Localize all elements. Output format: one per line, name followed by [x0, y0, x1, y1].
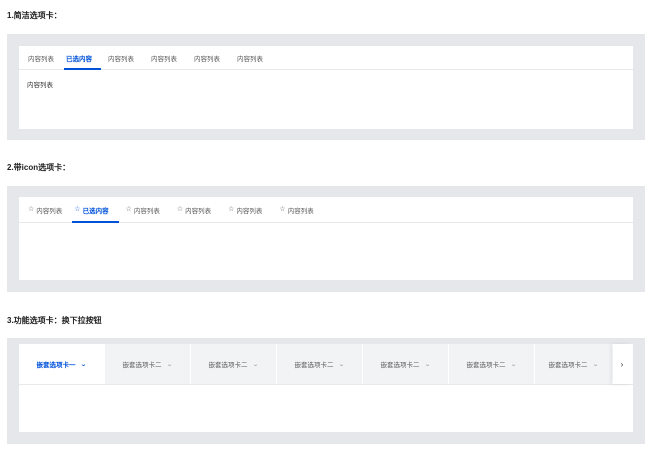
star-icon: ☆: [228, 206, 235, 213]
section-title-simple-tabs: 1.简洁选项卡：: [7, 11, 62, 20]
nested-tab-label: 嵌套选项卡二: [466, 362, 506, 369]
function-tabs-bar: 嵌套选项卡一 ⌄ 嵌套选项卡二 ⌄ 嵌套选项卡二 ⌄ 嵌套选项卡二 ⌄ 嵌套选项卡二 ⌄ …: [19, 344, 633, 385]
tab-panel-content: 内容列表: [27, 82, 53, 89]
scroll-next-button[interactable]: ›: [613, 344, 631, 384]
icon-tab-label: 内容列表: [133, 207, 160, 215]
star-icon: ☆: [279, 206, 286, 213]
tab-selected-content[interactable]: 已选内容: [64, 46, 108, 70]
function-tabs-card: 嵌套选项卡一 ⌄ 嵌套选项卡二 ⌄ 嵌套选项卡二 ⌄ 嵌套选项卡二 ⌄ 嵌套选项卡二 ⌄ …: [19, 344, 633, 432]
chevron-down-icon: ⌄: [338, 361, 346, 368]
simple-tabs-panel: 内容列表 已选内容 内容列表 内容列表 内容列表 内容列表 内容列表: [7, 34, 645, 140]
section-title-function-tabs: 3.功能选项卡：换下拉按钮: [7, 316, 102, 325]
chevron-down-icon: ⌄: [252, 361, 260, 368]
icon-tab-content-list-1[interactable]: ☆ 内容列表: [28, 197, 74, 222]
section-title-icon-tabs: 2.带icon选项卡：: [7, 163, 71, 172]
nested-tab-label: 嵌套选项卡二: [548, 362, 588, 369]
icon-tab-label: 已选内容: [82, 207, 109, 215]
simple-tabs-card: 内容列表 已选内容 内容列表 内容列表 内容列表 内容列表 内容列表: [19, 46, 633, 129]
tab-content-list-1[interactable]: 内容列表: [28, 46, 66, 69]
tab-content-list-3[interactable]: 内容列表: [151, 46, 194, 69]
icon-tab-selected-content[interactable]: ☆ 已选内容: [72, 197, 125, 223]
tab-content-list-5[interactable]: 内容列表: [237, 46, 272, 69]
star-icon: ☆: [176, 206, 184, 213]
star-icon: ☆: [125, 206, 132, 213]
nested-tab-1[interactable]: 嵌套选项卡一 ⌄: [19, 344, 105, 384]
icon-tabs-bar: ☆ 内容列表 ☆ 已选内容 ☆ 内容列表 ☆ 内容列表 ☆ 内容列表 ☆ 内容列表: [19, 197, 633, 223]
star-icon: ☆: [28, 206, 35, 213]
simple-tabs-bar: 内容列表 已选内容 内容列表 内容列表 内容列表 内容列表: [19, 46, 633, 70]
icon-tabs-card: ☆ 内容列表 ☆ 已选内容 ☆ 内容列表 ☆ 内容列表 ☆ 内容列表 ☆ 内容列表: [19, 197, 633, 280]
chevron-down-icon: ⌄: [510, 361, 518, 368]
chevron-down-icon: ⌄: [166, 361, 174, 368]
icon-tab-label: 内容列表: [185, 207, 212, 215]
icon-tab-label: 内容列表: [287, 207, 314, 215]
tab-content-list-2[interactable]: 内容列表: [108, 46, 151, 69]
nested-tab-5[interactable]: 嵌套选项卡二 ⌄: [363, 344, 449, 384]
icon-tab-label: 内容列表: [236, 207, 263, 215]
icon-tab-content-list-3[interactable]: ☆ 内容列表: [177, 197, 228, 222]
nested-tab-7[interactable]: 嵌套选项卡二 ⌄: [535, 344, 613, 384]
icon-tab-content-list-5[interactable]: ☆ 内容列表: [279, 197, 322, 222]
nested-tab-4[interactable]: 嵌套选项卡二 ⌄: [277, 344, 363, 384]
chevron-down-icon: ⌄: [592, 361, 600, 368]
nested-tab-label: 嵌套选项卡一: [36, 362, 76, 369]
icon-tab-content-list-2[interactable]: ☆ 内容列表: [126, 197, 177, 222]
nested-tab-label: 嵌套选项卡二: [208, 362, 248, 369]
nested-tab-label: 嵌套选项卡二: [294, 362, 334, 369]
nested-tab-3[interactable]: 嵌套选项卡二 ⌄: [191, 344, 277, 384]
nested-tab-label: 嵌套选项卡二: [380, 362, 420, 369]
chevron-right-icon: ›: [620, 359, 624, 369]
chevron-down-icon: ⌄: [80, 361, 88, 368]
chevron-down-icon: ⌄: [424, 361, 432, 368]
nested-tab-2[interactable]: 嵌套选项卡二 ⌄: [105, 344, 191, 384]
nested-tab-label: 嵌套选项卡二: [122, 362, 162, 369]
tab-content-list-4[interactable]: 内容列表: [194, 46, 237, 69]
star-icon: ☆: [74, 206, 81, 213]
function-tabs-panel: 嵌套选项卡一 ⌄ 嵌套选项卡二 ⌄ 嵌套选项卡二 ⌄ 嵌套选项卡二 ⌄ 嵌套选项卡二 ⌄ …: [7, 338, 645, 444]
icon-tabs-panel: ☆ 内容列表 ☆ 已选内容 ☆ 内容列表 ☆ 内容列表 ☆ 内容列表 ☆ 内容列表: [7, 186, 645, 292]
icon-tab-label: 内容列表: [36, 207, 63, 215]
nested-tab-6[interactable]: 嵌套选项卡二 ⌄: [449, 344, 535, 384]
icon-tab-content-list-4[interactable]: ☆ 内容列表: [228, 197, 279, 222]
